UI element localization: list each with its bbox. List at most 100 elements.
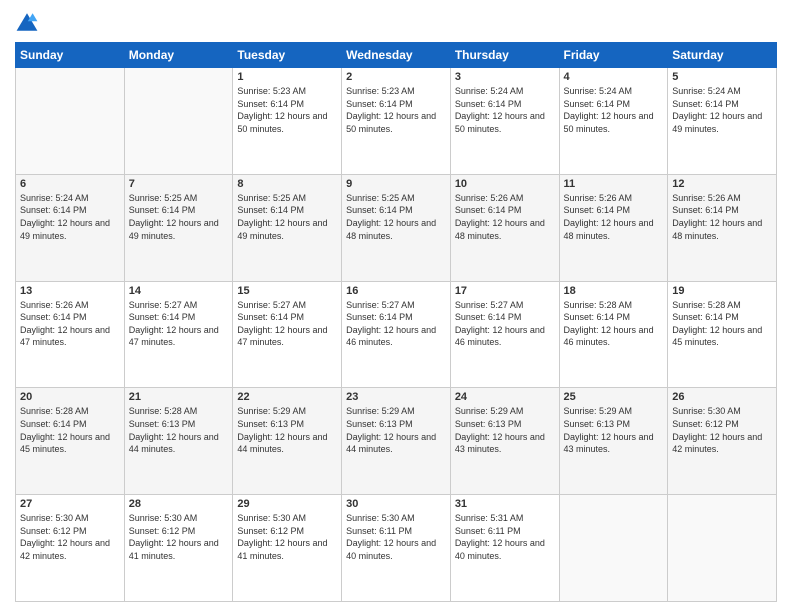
day-info: Sunrise: 5:31 AM Sunset: 6:11 PM Dayligh… — [455, 512, 555, 562]
day-number: 16 — [346, 285, 446, 297]
calendar-cell: 9Sunrise: 5:25 AM Sunset: 6:14 PM Daylig… — [342, 174, 451, 281]
calendar-cell: 21 Sunrise: 5:28 AM Sunset: 6:13 PM Dayli… — [124, 388, 233, 495]
day-number: 21 — [129, 391, 229, 403]
day-info: Sunrise: 5:24 AM Sunset: 6:14 PM Dayligh… — [564, 85, 664, 135]
day-info: Sunrise: 5:24 AM Sunset: 6:14 PM Dayligh… — [672, 85, 772, 135]
calendar-cell: 25 Sunrise: 5:29 AM Sunset: 6:13 PM Dayli… — [559, 388, 668, 495]
day-number: 7 — [129, 178, 229, 190]
calendar-cell: 26 Sunrise: 5:30 AM Sunset: 6:12 PM Dayli… — [668, 388, 777, 495]
calendar-cell: 6Sunrise: 5:24 AM Sunset: 6:14 PM Daylig… — [16, 174, 125, 281]
logo — [15, 10, 43, 34]
day-info: Sunrise: 5:30 AM Sunset: 6:12 PM Dayligh… — [129, 512, 229, 562]
day-info: Sunrise: 5:29 AM Sunset: 6:13 PM Dayligh… — [564, 405, 664, 455]
day-info: Sunrise: 5:24 AM Sunset: 6:14 PM Dayligh… — [455, 85, 555, 135]
day-number: 17 — [455, 285, 555, 297]
day-number: 11 — [564, 178, 664, 190]
calendar-cell: 27 Sunrise: 5:30 AM Sunset: 6:12 PM Dayli… — [16, 495, 125, 602]
day-info: Sunrise: 5:24 AM Sunset: 6:14 PM Dayligh… — [20, 192, 120, 242]
calendar-cell: 4 Sunrise: 5:24 AM Sunset: 6:14 PM Daylig… — [559, 68, 668, 175]
day-number: 2 — [346, 71, 446, 83]
weekday-header-sunday: Sunday — [16, 43, 125, 68]
day-info: Sunrise: 5:25 AM Sunset: 6:14 PM Dayligh… — [346, 192, 446, 242]
day-number: 13 — [20, 285, 120, 297]
calendar-cell: 28 Sunrise: 5:30 AM Sunset: 6:12 PM Dayli… — [124, 495, 233, 602]
day-number: 3 — [455, 71, 555, 83]
calendar-cell: 14Sunrise: 5:27 AM Sunset: 6:14 PM Dayli… — [124, 281, 233, 388]
calendar-cell: 15 Sunrise: 5:27 AM Sunset: 6:14 PM Dayli… — [233, 281, 342, 388]
calendar-cell: 8 Sunrise: 5:25 AM Sunset: 6:14 PM Daylig… — [233, 174, 342, 281]
calendar-cell: 11 Sunrise: 5:26 AM Sunset: 6:14 PM Dayli… — [559, 174, 668, 281]
day-number: 5 — [672, 71, 772, 83]
day-number: 24 — [455, 391, 555, 403]
calendar-cell — [559, 495, 668, 602]
header — [15, 10, 777, 34]
day-number: 4 — [564, 71, 664, 83]
day-info: Sunrise: 5:25 AM Sunset: 6:14 PM Dayligh… — [129, 192, 229, 242]
calendar-week-1: 6Sunrise: 5:24 AM Sunset: 6:14 PM Daylig… — [16, 174, 777, 281]
day-number: 27 — [20, 498, 120, 510]
day-info: Sunrise: 5:26 AM Sunset: 6:14 PM Dayligh… — [672, 192, 772, 242]
day-info: Sunrise: 5:28 AM Sunset: 6:13 PM Dayligh… — [129, 405, 229, 455]
day-number: 25 — [564, 391, 664, 403]
calendar-cell: 24 Sunrise: 5:29 AM Sunset: 6:13 PM Dayli… — [450, 388, 559, 495]
weekday-header-wednesday: Wednesday — [342, 43, 451, 68]
weekday-header-thursday: Thursday — [450, 43, 559, 68]
day-info: Sunrise: 5:27 AM Sunset: 6:14 PM Dayligh… — [346, 299, 446, 349]
day-number: 18 — [564, 285, 664, 297]
day-number: 20 — [20, 391, 120, 403]
day-number: 23 — [346, 391, 446, 403]
calendar-cell: 29 Sunrise: 5:30 AM Sunset: 6:12 PM Dayli… — [233, 495, 342, 602]
day-info: Sunrise: 5:30 AM Sunset: 6:12 PM Dayligh… — [237, 512, 337, 562]
day-info: Sunrise: 5:28 AM Sunset: 6:14 PM Dayligh… — [20, 405, 120, 455]
calendar-cell: 23Sunrise: 5:29 AM Sunset: 6:13 PM Dayli… — [342, 388, 451, 495]
calendar-week-4: 27 Sunrise: 5:30 AM Sunset: 6:12 PM Dayli… — [16, 495, 777, 602]
day-info: Sunrise: 5:26 AM Sunset: 6:14 PM Dayligh… — [20, 299, 120, 349]
day-number: 8 — [237, 178, 337, 190]
calendar-cell: 18 Sunrise: 5:28 AM Sunset: 6:14 PM Dayli… — [559, 281, 668, 388]
calendar-cell: 12 Sunrise: 5:26 AM Sunset: 6:14 PM Dayli… — [668, 174, 777, 281]
day-number: 14 — [129, 285, 229, 297]
calendar-cell: 16 Sunrise: 5:27 AM Sunset: 6:14 PM Dayli… — [342, 281, 451, 388]
calendar-cell — [16, 68, 125, 175]
page: SundayMondayTuesdayWednesdayThursdayFrid… — [0, 0, 792, 612]
calendar-cell: 13 Sunrise: 5:26 AM Sunset: 6:14 PM Dayli… — [16, 281, 125, 388]
day-info: Sunrise: 5:27 AM Sunset: 6:14 PM Dayligh… — [237, 299, 337, 349]
day-number: 15 — [237, 285, 337, 297]
calendar-cell: 5 Sunrise: 5:24 AM Sunset: 6:14 PM Daylig… — [668, 68, 777, 175]
logo-icon — [15, 10, 39, 34]
day-number: 26 — [672, 391, 772, 403]
calendar-week-0: 1 Sunrise: 5:23 AM Sunset: 6:14 PM Daylig… — [16, 68, 777, 175]
calendar-table: SundayMondayTuesdayWednesdayThursdayFrid… — [15, 42, 777, 602]
day-info: Sunrise: 5:30 AM Sunset: 6:11 PM Dayligh… — [346, 512, 446, 562]
calendar-week-2: 13 Sunrise: 5:26 AM Sunset: 6:14 PM Dayli… — [16, 281, 777, 388]
day-number: 31 — [455, 498, 555, 510]
calendar-cell: 31 Sunrise: 5:31 AM Sunset: 6:11 PM Dayli… — [450, 495, 559, 602]
day-info: Sunrise: 5:30 AM Sunset: 6:12 PM Dayligh… — [20, 512, 120, 562]
day-info: Sunrise: 5:30 AM Sunset: 6:12 PM Dayligh… — [672, 405, 772, 455]
calendar-cell: 30Sunrise: 5:30 AM Sunset: 6:11 PM Dayli… — [342, 495, 451, 602]
calendar-cell — [668, 495, 777, 602]
calendar-cell: 3 Sunrise: 5:24 AM Sunset: 6:14 PM Daylig… — [450, 68, 559, 175]
day-number: 28 — [129, 498, 229, 510]
calendar-cell: 17 Sunrise: 5:27 AM Sunset: 6:14 PM Dayli… — [450, 281, 559, 388]
calendar-cell: 10Sunrise: 5:26 AM Sunset: 6:14 PM Dayli… — [450, 174, 559, 281]
day-info: Sunrise: 5:27 AM Sunset: 6:14 PM Dayligh… — [455, 299, 555, 349]
calendar-cell: 20 Sunrise: 5:28 AM Sunset: 6:14 PM Dayli… — [16, 388, 125, 495]
day-info: Sunrise: 5:26 AM Sunset: 6:14 PM Dayligh… — [564, 192, 664, 242]
calendar-cell: 1Sunrise: 5:23 AM Sunset: 6:14 PM Daylig… — [233, 68, 342, 175]
day-number: 19 — [672, 285, 772, 297]
calendar-week-3: 20 Sunrise: 5:28 AM Sunset: 6:14 PM Dayli… — [16, 388, 777, 495]
weekday-header-tuesday: Tuesday — [233, 43, 342, 68]
day-number: 29 — [237, 498, 337, 510]
day-number: 12 — [672, 178, 772, 190]
day-number: 1 — [237, 71, 337, 83]
calendar-cell — [124, 68, 233, 175]
weekday-header-saturday: Saturday — [668, 43, 777, 68]
day-info: Sunrise: 5:28 AM Sunset: 6:14 PM Dayligh… — [564, 299, 664, 349]
day-info: Sunrise: 5:28 AM Sunset: 6:14 PM Dayligh… — [672, 299, 772, 349]
day-info: Sunrise: 5:25 AM Sunset: 6:14 PM Dayligh… — [237, 192, 337, 242]
calendar-cell: 2 Sunrise: 5:23 AM Sunset: 6:14 PM Daylig… — [342, 68, 451, 175]
weekday-header-friday: Friday — [559, 43, 668, 68]
day-info: Sunrise: 5:23 AM Sunset: 6:14 PM Dayligh… — [346, 85, 446, 135]
day-info: Sunrise: 5:29 AM Sunset: 6:13 PM Dayligh… — [455, 405, 555, 455]
